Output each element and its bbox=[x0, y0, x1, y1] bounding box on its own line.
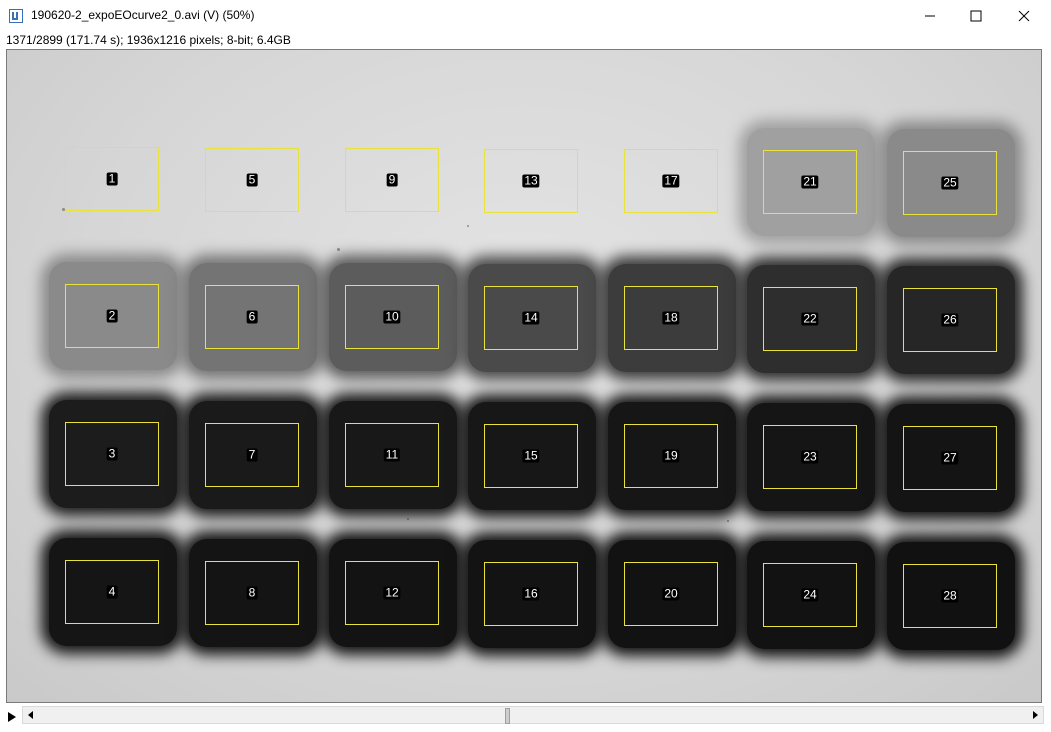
roi-rectangle[interactable]: 21 bbox=[763, 150, 857, 214]
roi-rectangle[interactable]: 4 bbox=[65, 560, 159, 624]
roi-rectangle[interactable]: 12 bbox=[345, 561, 439, 626]
roi-rectangle[interactable]: 24 bbox=[763, 563, 857, 627]
play-button[interactable] bbox=[5, 709, 19, 725]
chevron-left-icon bbox=[28, 711, 33, 719]
roi-label: 22 bbox=[801, 311, 819, 326]
roi-label: 23 bbox=[801, 449, 819, 464]
dust-speck bbox=[467, 225, 469, 227]
roi-label: 14 bbox=[522, 310, 540, 325]
roi-label: 21 bbox=[801, 174, 819, 189]
roi-label: 25 bbox=[941, 175, 959, 190]
roi-rectangle[interactable]: 8 bbox=[205, 560, 299, 625]
roi-label: 20 bbox=[662, 586, 680, 601]
roi-rectangle[interactable]: 19 bbox=[624, 424, 718, 489]
roi-rectangle[interactable]: 14 bbox=[484, 285, 578, 350]
roi-label: 26 bbox=[941, 312, 959, 327]
roi-rectangle[interactable]: 2 bbox=[65, 284, 159, 348]
roi-rectangle[interactable]: 1 bbox=[65, 147, 159, 211]
roi-label: 28 bbox=[941, 588, 959, 603]
roi-label: 11 bbox=[383, 447, 401, 462]
roi-rectangle[interactable]: 18 bbox=[624, 286, 718, 351]
imagej-icon bbox=[9, 9, 23, 23]
roi-label: 27 bbox=[941, 450, 959, 465]
close-button[interactable] bbox=[1001, 0, 1047, 32]
scroll-thumb[interactable] bbox=[505, 708, 510, 724]
film-image: 1 5 9 13 17 21 25 2 6 10 14 18 22 26 3 7 11 15 19 23 27 4 8 12 1… bbox=[7, 50, 1041, 702]
roi-label: 19 bbox=[662, 448, 680, 463]
roi-rectangle[interactable]: 7 bbox=[205, 422, 299, 487]
roi-label: 8 bbox=[246, 585, 258, 600]
roi-rectangle[interactable]: 15 bbox=[484, 423, 578, 488]
roi-label: 1 bbox=[106, 171, 118, 186]
roi-rectangle[interactable]: 9 bbox=[345, 148, 439, 213]
roi-rectangle[interactable]: 13 bbox=[484, 148, 578, 213]
roi-rectangle[interactable]: 17 bbox=[624, 149, 718, 214]
close-icon bbox=[1018, 10, 1030, 22]
image-canvas[interactable]: 1 5 9 13 17 21 25 2 6 10 14 18 22 26 3 7 11 15 19 23 27 4 8 12 1… bbox=[6, 49, 1042, 703]
scroll-left-button[interactable] bbox=[23, 707, 39, 723]
roi-label: 17 bbox=[662, 173, 680, 188]
scroll-right-button[interactable] bbox=[1027, 707, 1043, 723]
roi-rectangle[interactable]: 25 bbox=[903, 150, 997, 215]
roi-rectangle[interactable]: 20 bbox=[624, 562, 718, 627]
roi-label: 13 bbox=[522, 173, 540, 188]
roi-label: 5 bbox=[246, 172, 258, 187]
roi-rectangle[interactable]: 16 bbox=[484, 561, 578, 626]
dust-speck bbox=[337, 248, 340, 251]
roi-label: 9 bbox=[386, 172, 398, 187]
play-icon bbox=[8, 712, 16, 722]
maximize-icon bbox=[970, 10, 982, 22]
roi-label: 4 bbox=[106, 584, 118, 599]
dust-speck bbox=[727, 520, 729, 522]
frame-scrollbar[interactable] bbox=[22, 706, 1044, 724]
roi-label: 10 bbox=[383, 309, 401, 324]
roi-label: 2 bbox=[106, 308, 118, 323]
roi-label: 18 bbox=[662, 310, 680, 325]
chevron-right-icon bbox=[1033, 711, 1038, 719]
roi-rectangle[interactable]: 27 bbox=[903, 425, 997, 490]
roi-label: 16 bbox=[522, 586, 540, 601]
roi-rectangle[interactable]: 3 bbox=[65, 422, 159, 486]
roi-label: 7 bbox=[246, 447, 258, 462]
roi-rectangle[interactable]: 23 bbox=[763, 425, 857, 489]
roi-label: 6 bbox=[246, 309, 258, 324]
roi-label: 24 bbox=[801, 587, 819, 602]
minimize-button[interactable] bbox=[907, 0, 953, 32]
roi-label: 12 bbox=[383, 585, 401, 600]
roi-rectangle[interactable]: 28 bbox=[903, 563, 997, 628]
dust-speck bbox=[407, 518, 409, 520]
image-info: 1371/2899 (171.74 s); 1936x1216 pixels; … bbox=[6, 33, 291, 47]
roi-rectangle[interactable]: 6 bbox=[205, 284, 299, 349]
window-title: 190620-2_expoEOcurve2_0.avi (V) (50%) bbox=[31, 8, 255, 22]
minimize-icon bbox=[925, 15, 935, 17]
roi-rectangle[interactable]: 5 bbox=[205, 147, 299, 212]
maximize-button[interactable] bbox=[953, 0, 999, 32]
title-bar[interactable]: 190620-2_expoEOcurve2_0.avi (V) (50%) bbox=[0, 0, 1051, 32]
roi-rectangle[interactable]: 10 bbox=[345, 285, 439, 350]
roi-label: 3 bbox=[106, 446, 118, 461]
roi-rectangle[interactable]: 22 bbox=[763, 287, 857, 351]
roi-rectangle[interactable]: 11 bbox=[345, 423, 439, 488]
roi-label: 15 bbox=[522, 448, 540, 463]
roi-rectangle[interactable]: 26 bbox=[903, 287, 997, 352]
